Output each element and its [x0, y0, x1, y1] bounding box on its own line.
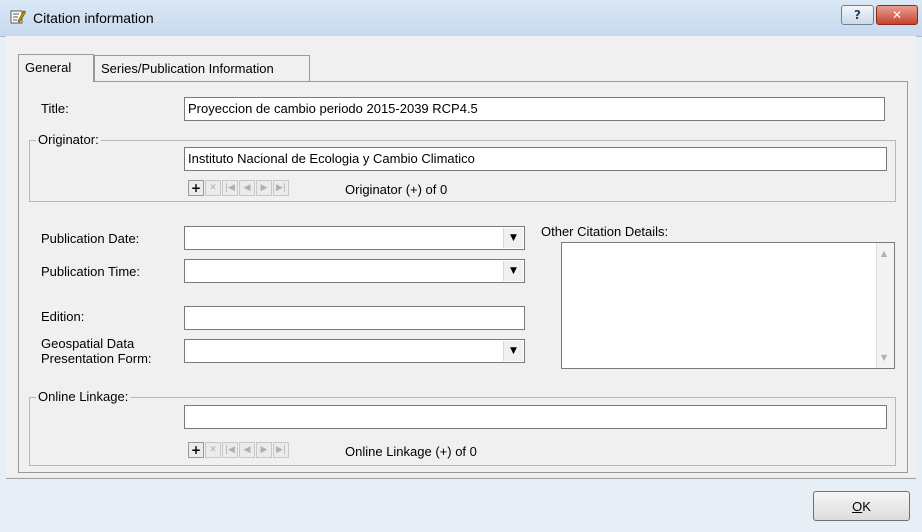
ok-button[interactable]: OK: [813, 491, 910, 521]
last-record-icon[interactable]: ▶|: [273, 442, 289, 458]
originator-group-title: Originator:: [36, 132, 101, 147]
previous-record-icon[interactable]: ◀: [239, 442, 255, 458]
tab-series-label: Series/Publication Information: [101, 61, 274, 76]
divider: [6, 478, 916, 479]
tab-series-publication[interactable]: Series/Publication Information: [94, 55, 310, 81]
first-record-icon[interactable]: |◀: [222, 180, 238, 196]
publication-date-label: Publication Date:: [41, 231, 140, 246]
other-details-label: Other Citation Details:: [541, 224, 669, 239]
originator-nav-status: Originator (+) of 0: [345, 182, 448, 197]
window-title: Citation information: [33, 10, 154, 26]
online-linkage-nav-status: Online Linkage (+) of 0: [345, 444, 477, 459]
online-linkage-input[interactable]: [184, 405, 887, 429]
next-record-icon[interactable]: ▶: [256, 442, 272, 458]
geo-form-dropdown[interactable]: ▼: [503, 341, 523, 361]
edition-label: Edition:: [41, 309, 85, 324]
close-icon: ✕: [891, 8, 903, 22]
originator-input[interactable]: Instituto Nacional de Ecologia y Cambio …: [184, 147, 887, 171]
ok-button-rest: K: [862, 498, 871, 514]
publication-date-select[interactable]: ▼: [184, 226, 525, 250]
title-input[interactable]: Proyeccion de cambio periodo 2015-2039 R…: [184, 97, 885, 121]
online-linkage-navigator: + ✕ |◀ ◀ ▶ ▶|: [188, 442, 289, 460]
other-details-scrollbar[interactable]: ▲ ▼: [876, 243, 894, 368]
help-button[interactable]: ?: [841, 5, 874, 25]
title-label: Title:: [41, 101, 69, 116]
add-icon[interactable]: +: [188, 180, 204, 196]
tab-general-label: General: [25, 60, 72, 75]
add-icon[interactable]: +: [188, 442, 204, 458]
online-linkage-group-title: Online Linkage:: [36, 389, 131, 404]
title-bar: Citation information ? ✕: [0, 0, 922, 37]
geo-form-label-line1: Geospatial Data: [41, 336, 135, 351]
scroll-down-icon[interactable]: ▼: [881, 353, 887, 362]
scroll-up-icon[interactable]: ▲: [881, 249, 887, 258]
chevron-down-icon: ▼: [510, 233, 517, 243]
chevron-down-icon: ▼: [510, 266, 517, 276]
first-record-icon[interactable]: |◀: [222, 442, 238, 458]
originator-navigator: + ✕ |◀ ◀ ▶ ▶|: [188, 180, 289, 198]
publication-time-label: Publication Time:: [41, 264, 140, 279]
edition-input[interactable]: [184, 306, 525, 330]
previous-record-icon[interactable]: ◀: [239, 180, 255, 196]
next-record-icon[interactable]: ▶: [256, 180, 272, 196]
ok-button-accel: O: [852, 498, 863, 514]
chevron-down-icon: ▼: [510, 346, 517, 356]
geo-form-label-line2: Presentation Form:: [41, 351, 152, 366]
delete-icon[interactable]: ✕: [205, 180, 221, 196]
edit-document-icon: [10, 10, 26, 24]
last-record-icon[interactable]: ▶|: [273, 180, 289, 196]
publication-time-dropdown[interactable]: ▼: [503, 261, 523, 281]
publication-date-dropdown[interactable]: ▼: [503, 228, 523, 248]
other-details-textarea[interactable]: ▲ ▼: [561, 242, 895, 369]
tab-general[interactable]: General: [18, 54, 94, 82]
delete-icon[interactable]: ✕: [205, 442, 221, 458]
geo-form-select[interactable]: ▼: [184, 339, 525, 363]
help-icon: ?: [854, 8, 861, 22]
close-button[interactable]: ✕: [876, 5, 918, 25]
publication-time-select[interactable]: ▼: [184, 259, 525, 283]
